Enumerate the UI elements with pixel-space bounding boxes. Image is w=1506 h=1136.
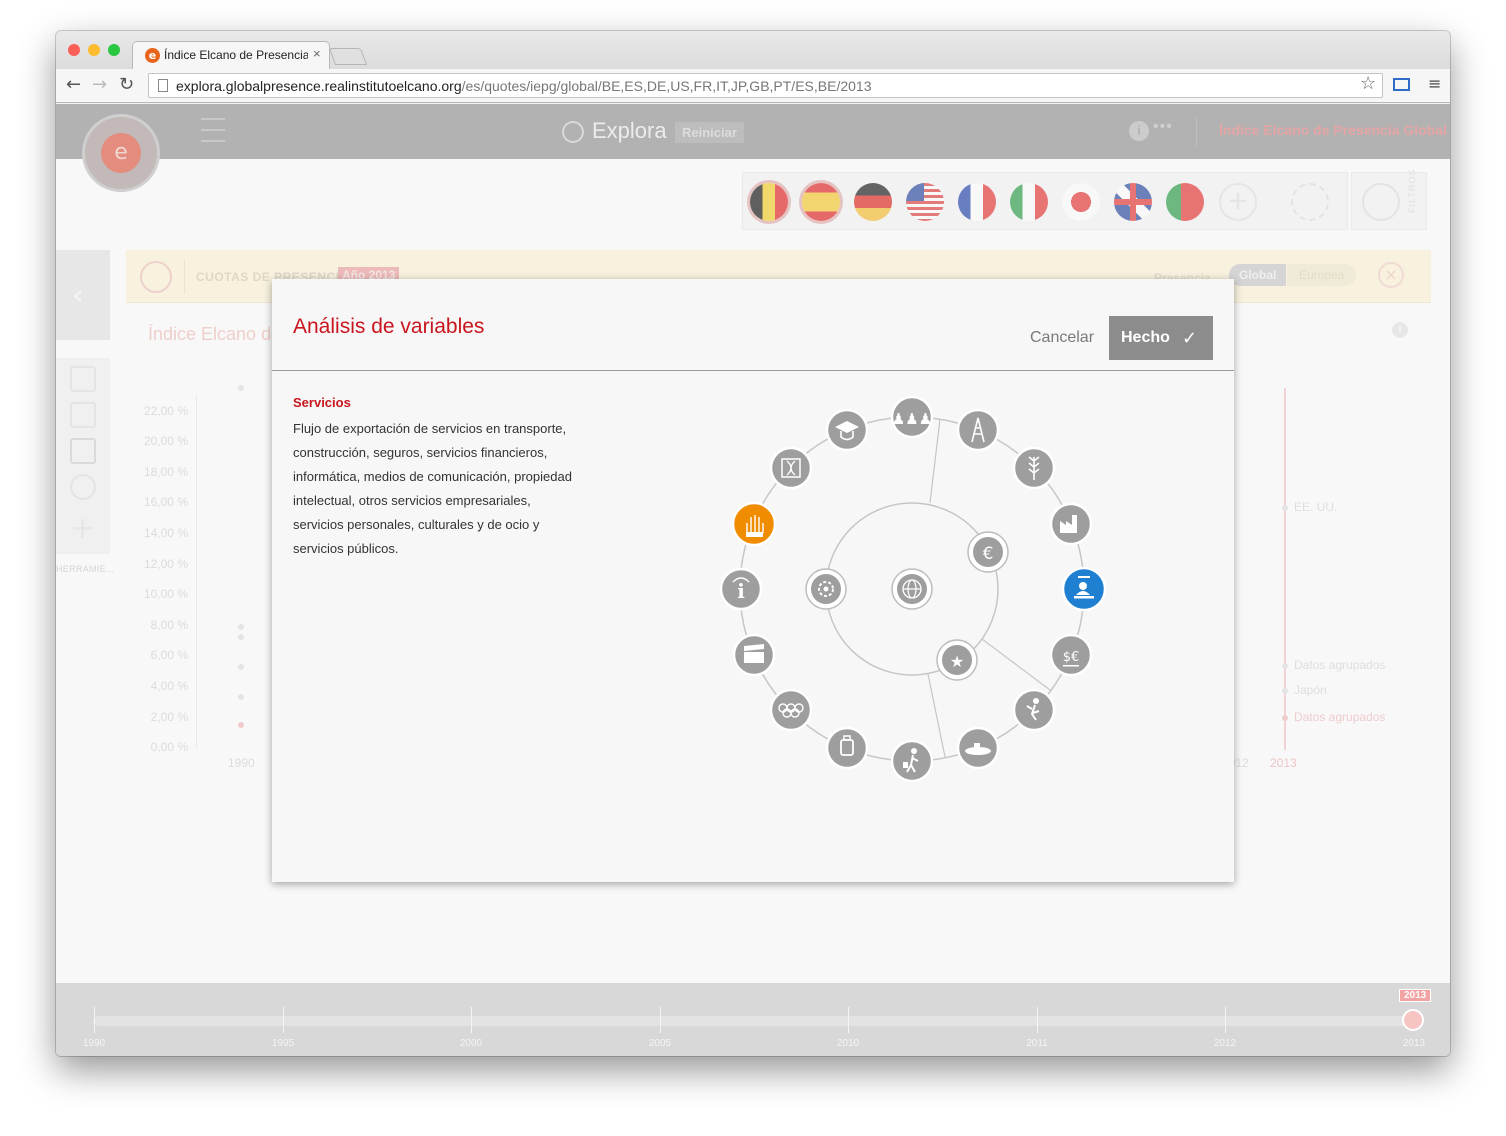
timeline-handle[interactable] xyxy=(1402,1009,1424,1031)
modal-title: Análisis de variables xyxy=(293,315,485,338)
people-icon[interactable]: ♟♟♟ xyxy=(890,395,934,439)
url-path: /es/quotes/iepg/global/BE,ES,DE,US,FR,IT… xyxy=(461,78,872,94)
information-icon[interactable]: i xyxy=(719,567,763,611)
minimize-window-button[interactable] xyxy=(88,44,100,56)
timeline-year[interactable]: 2013 xyxy=(1394,1038,1434,1049)
wheel-divider xyxy=(981,638,1051,691)
reload-icon[interactable]: ↻ xyxy=(119,74,134,95)
browser-tab[interactable]: e Índice Elcano de Presencia × xyxy=(132,41,330,69)
graduation-icon[interactable] xyxy=(825,408,869,452)
cast-icon[interactable] xyxy=(1393,78,1410,91)
svg-text:i: i xyxy=(737,579,745,603)
timeline-year[interactable]: 1990 xyxy=(74,1038,114,1049)
euro-icon[interactable]: € xyxy=(967,531,1009,573)
forward-arrow-icon[interactable]: → xyxy=(92,74,107,95)
page-document-icon xyxy=(158,79,168,92)
done-label: Hecho xyxy=(1121,329,1170,346)
timeline-year[interactable]: 2010 xyxy=(828,1038,868,1049)
timeline-year[interactable]: 2000 xyxy=(451,1038,491,1049)
timeline-tick xyxy=(283,1007,284,1033)
bookmark-star-icon[interactable]: ☆ xyxy=(1360,73,1376,94)
tab-title: Índice Elcano de Presencia xyxy=(164,48,308,62)
gear-icon[interactable] xyxy=(805,568,847,610)
timeline-year[interactable]: 2005 xyxy=(640,1038,680,1049)
luggage-icon[interactable] xyxy=(825,726,869,770)
svg-text:€: € xyxy=(983,544,994,564)
year-timeline: 1990 1995 2000 2005 2010 2011 2012 2013 … xyxy=(56,983,1450,1056)
olympic-rings-icon[interactable] xyxy=(769,688,813,732)
tourist-icon[interactable] xyxy=(890,739,934,783)
star-icon[interactable]: ★ xyxy=(936,639,978,681)
investment-icon[interactable]: $€ xyxy=(1049,633,1093,677)
svg-text:★: ★ xyxy=(950,652,964,671)
tab-close-icon[interactable]: × xyxy=(313,46,321,61)
oil-derrick-icon[interactable] xyxy=(956,408,1000,452)
selected-year-badge: 2013 xyxy=(1399,989,1432,1002)
timeline-tick xyxy=(471,1007,472,1033)
wheel-divider xyxy=(927,673,946,758)
timeline-track[interactable] xyxy=(93,1016,1413,1026)
modal-header: Análisis de variables Cancelar Hecho ✓ xyxy=(272,279,1234,371)
back-arrow-icon[interactable]: ← xyxy=(66,74,81,95)
new-tab-button[interactable] xyxy=(328,48,368,65)
timeline-tick xyxy=(94,1007,95,1033)
timeline-year[interactable]: 2011 xyxy=(1017,1038,1057,1049)
athlete-icon[interactable] xyxy=(1012,688,1056,732)
wheat-icon[interactable] xyxy=(1012,446,1056,490)
elcano-favicon-icon: e xyxy=(145,48,160,63)
globe-icon[interactable] xyxy=(891,568,933,610)
cancel-button[interactable]: Cancelar xyxy=(1030,329,1094,347)
services-icon[interactable] xyxy=(1061,566,1107,612)
close-window-button[interactable] xyxy=(68,44,80,56)
dna-icon[interactable] xyxy=(769,446,813,490)
timeline-year[interactable]: 2012 xyxy=(1205,1038,1245,1049)
url-text[interactable]: explora.globalpresence.realinstitutoelca… xyxy=(176,78,871,94)
timeline-tick xyxy=(660,1007,661,1033)
svg-text:♟♟♟: ♟♟♟ xyxy=(892,410,932,428)
svg-text:$€: $€ xyxy=(1063,650,1080,665)
page-content: Explora Reiniciar i ••• Índice Elcano de… xyxy=(56,104,1450,1056)
factory-icon[interactable] xyxy=(1049,502,1093,546)
variable-description: Flujo de exportación de servicios en tra… xyxy=(293,421,572,556)
url-domain: explora.globalpresence.realinstitutoelca… xyxy=(176,78,462,94)
timeline-tick xyxy=(1225,1007,1226,1033)
variables-wheel: € ★ ♟♟♟ $€ i xyxy=(719,395,1107,783)
fiber-optics-icon[interactable] xyxy=(731,501,777,547)
variable-name: Servicios xyxy=(293,395,351,410)
timeline-year[interactable]: 1995 xyxy=(263,1038,303,1049)
address-bar[interactable]: explora.globalpresence.realinstitutoelca… xyxy=(148,73,1383,98)
browser-window: e Índice Elcano de Presencia × ← → ↻ exp… xyxy=(56,31,1450,1056)
maximize-window-button[interactable] xyxy=(108,44,120,56)
submarine-icon[interactable] xyxy=(956,726,1000,770)
done-button[interactable]: Hecho ✓ xyxy=(1109,316,1213,360)
clapperboard-icon[interactable] xyxy=(732,633,776,677)
timeline-tick xyxy=(1037,1007,1038,1033)
timeline-tick xyxy=(848,1007,849,1033)
variables-modal: Análisis de variables Cancelar Hecho ✓ S… xyxy=(272,279,1234,882)
checkmark-icon: ✓ xyxy=(1182,328,1198,349)
wheel-divider xyxy=(929,418,941,504)
tab-bar: e Índice Elcano de Presencia × xyxy=(56,31,1450,69)
chrome-menu-icon[interactable]: ≡ xyxy=(1428,74,1441,93)
browser-toolbar: ← → ↻ explora.globalpresence.realinstitu… xyxy=(56,69,1450,103)
